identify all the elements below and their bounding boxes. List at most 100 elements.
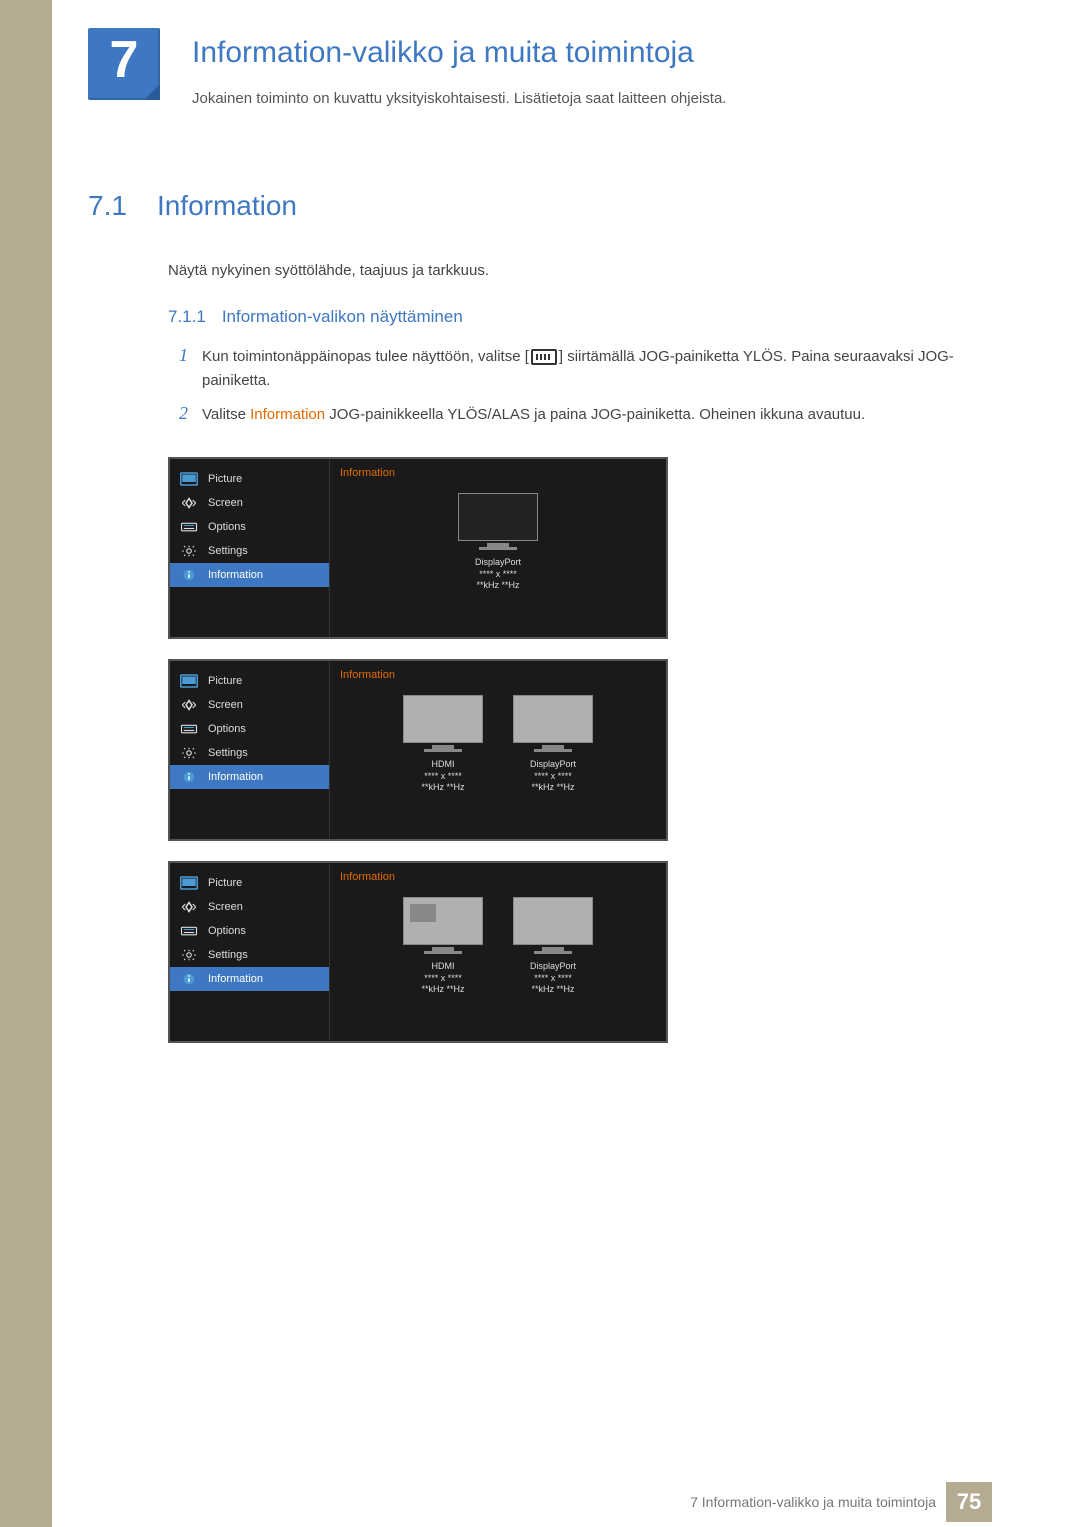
chapter-number: 7 [110,30,139,90]
monitor-info: HDMI**** x ******kHz **Hz [403,897,483,996]
osd-menu: Picture Screen Options Settings Information [170,661,330,839]
info-icon [180,972,198,986]
monitor-stand-icon [542,745,564,749]
steps-list: 1 Kun toimintonäppäinopas tulee näyttöön… [168,345,958,427]
step-text: Kun toimintonäppäinopas tulee näyttöön, … [202,345,958,393]
section-description: Näytä nykyinen syöttölähde, taajuus ja t… [168,262,958,279]
osd-menu-label: Picture [208,877,242,889]
monitor-stand-icon [432,745,454,749]
osd-menu-item: Settings [170,741,329,765]
settings-icon [180,544,198,558]
monitor-stand-icon [542,947,564,951]
monitor-label: HDMI**** x ******kHz **Hz [421,759,464,794]
monitor-label: DisplayPort**** x ******kHz **Hz [530,759,576,794]
osd-menu: Picture Screen Options Settings Information [170,459,330,637]
osd-panel: PictureScreenOptionsSettingsInformationI… [168,457,668,639]
osd-menu-label: Settings [208,747,248,759]
osd-menu-item: Information [170,967,329,991]
osd-panel: Picture Screen Options Settings Information I… [168,861,668,1043]
osd-content: InformationHDMI**** x ******kHz **HzDisp… [330,863,666,1041]
osd-menu-item: Information [170,765,329,789]
step-number: 1 [168,345,188,393]
osd-menu-label: Screen [208,497,243,509]
osd-menu-label: Screen [208,901,243,913]
info-icon [180,568,198,582]
osd-menu-item: Settings [170,943,329,967]
page-number: 75 [946,1482,992,1522]
monitor-info: DisplayPort**** x ******kHz **Hz [513,695,593,794]
osd-content-title: Information [340,669,656,681]
page-footer: 7 Information-valikko ja muita toimintoj… [0,1477,1080,1527]
osd-panel: PictureScreenOptionsSettingsInformationI… [168,659,668,841]
osd-menu-label: Information [208,569,263,581]
osd-menu-label: Options [208,723,246,735]
osd-menu-label: Picture [208,675,242,687]
osd-screenshot-group: PictureScreenOptionsSettingsInformationI… [168,457,668,1043]
options-icon [180,722,198,736]
info-icon [180,770,198,784]
osd-menu-label: Settings [208,949,248,961]
osd-menu-item: Screen [170,491,329,515]
corner-fold-icon [144,84,160,100]
monitor-label: DisplayPort**** x ******kHz **Hz [530,961,576,996]
subsection-number: 7.1.1 [168,307,206,327]
picture-icon [180,472,198,486]
screen-icon [180,698,198,712]
options-icon [180,520,198,534]
section-number: 7.1 [88,190,127,222]
osd-menu-item: Information [170,563,329,587]
chapter-title: Information-valikko ja muita toimintoja [192,36,694,70]
monitor-icon [458,493,538,541]
osd-menu-label: Information [208,771,263,783]
step-2-bold: Information [250,406,325,423]
section-heading: 7.1 Information [88,190,958,222]
monitor-info: HDMI**** x ******kHz **Hz [403,695,483,794]
monitor-stand-icon [432,947,454,951]
section-body: 7.1 Information Näytä nykyinen syöttöläh… [88,190,958,1063]
pip-window-icon [410,904,436,922]
osd-menu-item: Settings [170,539,329,563]
picture-icon [180,674,198,688]
settings-icon [180,948,198,962]
osd-menu-item: Picture [170,871,329,895]
screen-icon [180,496,198,510]
osd-content: Information HDMI**** x ******kHz **Hz Disp… [330,661,666,839]
monitor-icon [403,695,483,743]
step-2: 2 Valitse Information JOG-painikkeella Y… [168,403,958,427]
monitor-icon [403,897,483,945]
osd-menu-item: Picture [170,467,329,491]
step-2-b: JOG-painikkeella YLÖS/ALAS ja paina JOG-… [325,406,865,423]
osd-menu-label: Settings [208,545,248,557]
osd-content: Information DisplayPort**** x ******kHz *… [330,459,666,637]
menu-icon [531,349,557,365]
osd-menu-item: Options [170,515,329,539]
osd-content-title: Information [340,467,656,479]
picture-icon [180,876,198,890]
monitor-stand-icon [487,543,509,547]
monitor-icon [513,897,593,945]
step-1: 1 Kun toimintonäppäinopas tulee näyttöön… [168,345,958,393]
chapter-subtitle: Jokainen toiminto on kuvattu yksityiskoh… [192,90,726,107]
osd-menu-item: Options [170,717,329,741]
osd-menu-label: Options [208,521,246,533]
monitor-label: HDMI**** x ******kHz **Hz [421,961,464,996]
osd-menu-label: Information [208,973,263,985]
monitor-info: DisplayPort**** x ******kHz **Hz [458,493,538,592]
osd-menu-item: Screen [170,693,329,717]
step-1-pre: Kun toimintonäppäinopas tulee näyttöön, … [202,348,529,365]
osd-menu-item: Options [170,919,329,943]
osd-menu-item: Picture [170,669,329,693]
options-icon [180,924,198,938]
step-number: 2 [168,403,188,427]
monitor-icon [513,695,593,743]
osd-menu: Picture Screen Options Settings Information [170,863,330,1041]
osd-menu-item: Screen [170,895,329,919]
subsection-title: Information-valikon näyttäminen [222,307,463,327]
osd-menu-label: Picture [208,473,242,485]
osd-monitor-row: HDMI**** x ******kHz **Hz DisplayPort****… [340,897,656,996]
sidebar-strip [0,0,52,1527]
step-text: Valitse Information JOG-painikkeella YLÖ… [202,403,865,427]
osd-menu-label: Screen [208,699,243,711]
step-2-a: Valitse [202,406,250,423]
monitor-label: DisplayPort**** x ******kHz **Hz [475,557,521,592]
